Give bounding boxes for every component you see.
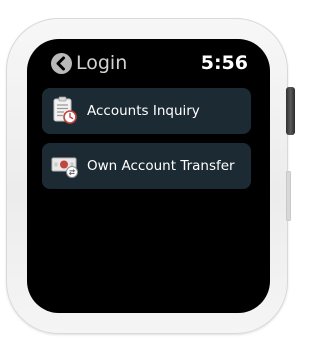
digital-crown[interactable] xyxy=(286,87,295,135)
clipboard-clock-icon xyxy=(50,96,80,126)
watch-screen: Login 5:56 Accounts Inquiry Own Account … xyxy=(27,39,270,313)
side-button[interactable] xyxy=(286,171,291,221)
menu-item-label: Own Account Transfer xyxy=(87,158,235,174)
money-transfer-icon xyxy=(50,151,80,181)
menu-item-own-account-transfer[interactable]: Own Account Transfer xyxy=(42,143,251,189)
back-button[interactable]: Login xyxy=(51,52,127,74)
status-bar: Login 5:56 xyxy=(27,39,270,85)
back-label: Login xyxy=(76,52,128,74)
clock-time: 5:56 xyxy=(200,52,248,74)
chevron-left-icon xyxy=(51,52,72,74)
menu-item-label: Accounts Inquiry xyxy=(87,103,200,119)
menu-item-accounts-inquiry[interactable]: Accounts Inquiry xyxy=(42,88,251,134)
